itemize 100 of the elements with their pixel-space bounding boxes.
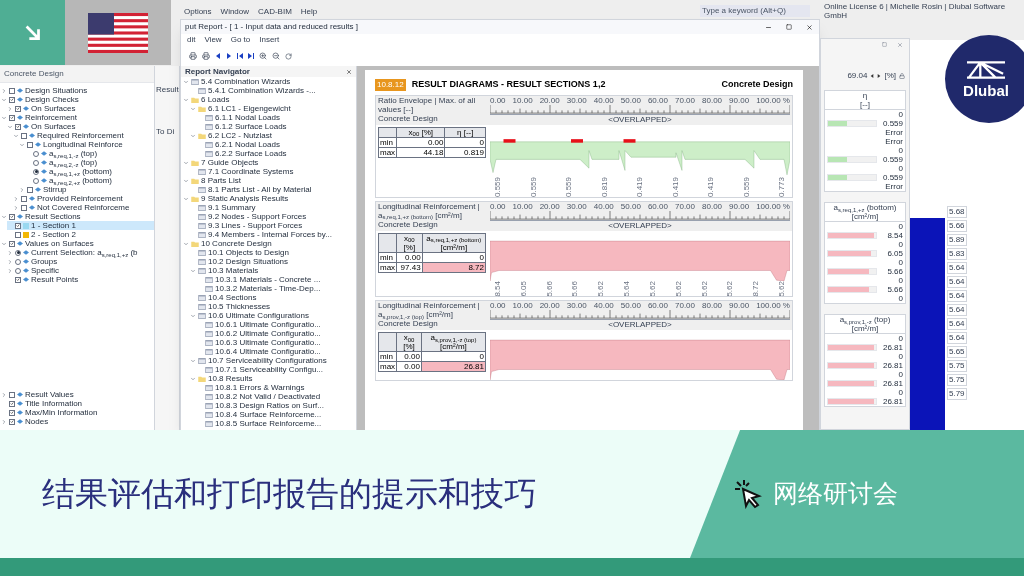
navigator-item[interactable]: 10.8.2 Not Valid / Deactivated bbox=[215, 392, 321, 401]
navigator-item[interactable]: 8.1 Parts List - All by Material bbox=[208, 185, 312, 194]
lock-icon[interactable] bbox=[899, 73, 905, 79]
checkbox[interactable] bbox=[9, 418, 15, 425]
checkbox[interactable] bbox=[15, 276, 21, 283]
expand-icon[interactable] bbox=[183, 78, 189, 85]
expand-icon[interactable] bbox=[190, 375, 196, 382]
navigator-item[interactable]: 10.3.1 Materials - Concrete ... bbox=[215, 275, 321, 284]
last-page-icon[interactable] bbox=[248, 53, 254, 59]
navigator-item[interactable]: 9 Static Analysis Results bbox=[201, 194, 289, 203]
previous-icon[interactable] bbox=[215, 53, 221, 59]
navigator-item[interactable]: 10.8.1 Errors & Warnings bbox=[215, 383, 305, 392]
checkbox[interactable] bbox=[9, 409, 15, 416]
navigator-item[interactable]: 10 Concrete Design bbox=[201, 239, 272, 248]
expand-icon[interactable] bbox=[183, 159, 189, 166]
menu-item[interactable]: Help bbox=[300, 6, 318, 18]
menu-item[interactable]: Insert bbox=[259, 34, 280, 46]
navigator-item[interactable]: 10.6.2 Ultimate Configuratio... bbox=[215, 329, 321, 338]
expand-icon[interactable] bbox=[190, 312, 196, 319]
navigator-item[interactable]: 5.4 Combination Wizards bbox=[201, 77, 291, 86]
navigator-item[interactable]: 7.1 Coordinate Systems bbox=[208, 167, 294, 176]
print-icon[interactable] bbox=[189, 52, 197, 60]
checkbox[interactable] bbox=[21, 195, 27, 202]
first-page-icon[interactable] bbox=[237, 53, 243, 59]
next-icon[interactable] bbox=[877, 74, 882, 78]
checkbox[interactable] bbox=[9, 96, 15, 103]
navigator-item[interactable]: 10.8.4 Surface Reinforceme... bbox=[215, 410, 322, 419]
checkbox[interactable] bbox=[21, 204, 27, 211]
radio-button[interactable] bbox=[33, 177, 39, 184]
navigator-item[interactable]: 9.4 Members - Internal Forces by... bbox=[208, 230, 332, 239]
navigator-item[interactable]: 10.3 Materials bbox=[208, 266, 259, 275]
close-icon[interactable] bbox=[806, 23, 813, 31]
print-icon[interactable] bbox=[202, 52, 210, 60]
navigator-item[interactable]: 10.5 Thicknesses bbox=[208, 302, 271, 311]
navigator-item[interactable]: 10.2 Design Situations bbox=[208, 257, 289, 266]
zoom-value[interactable]: 69.04 bbox=[847, 70, 868, 82]
navigator-item[interactable]: 9.1 Summary bbox=[208, 203, 256, 212]
navigator-item[interactable]: 10.7.1 Serviceability Configu... bbox=[215, 365, 324, 374]
menu-item[interactable]: Window bbox=[220, 6, 250, 18]
navigator-item[interactable]: 10.8.3 Design Ratios on Surf... bbox=[215, 401, 324, 410]
menu-item[interactable]: Options bbox=[184, 6, 212, 18]
checkbox[interactable] bbox=[15, 105, 21, 112]
checkbox[interactable] bbox=[9, 240, 15, 247]
menu-item[interactable]: Go to bbox=[230, 34, 251, 46]
navigator-item[interactable]: 10.7 Serviceability Configurations bbox=[208, 356, 327, 365]
expand-icon[interactable] bbox=[190, 132, 196, 139]
close-icon[interactable] bbox=[346, 68, 352, 75]
zoom-out-icon[interactable] bbox=[272, 52, 280, 60]
expand-icon[interactable] bbox=[183, 96, 189, 103]
navigator-item[interactable]: 10.3.2 Materials - Time-Dep... bbox=[215, 284, 321, 293]
maximize-icon[interactable] bbox=[786, 23, 792, 30]
radio-button[interactable] bbox=[15, 258, 21, 265]
checkbox[interactable] bbox=[21, 132, 27, 139]
navigator-item[interactable]: 10.8.5 Surface Reinforceme... bbox=[215, 419, 322, 428]
expand-icon[interactable] bbox=[183, 177, 189, 184]
navigator-item[interactable]: 10.6 Ultimate Configurations bbox=[208, 311, 309, 320]
zoom-in-icon[interactable] bbox=[259, 52, 267, 60]
checkbox[interactable] bbox=[15, 123, 21, 130]
expand-icon[interactable] bbox=[190, 267, 196, 274]
navigator-item[interactable]: 10.4 Sections bbox=[208, 293, 257, 302]
navigator-item[interactable]: 7 Guide Objects bbox=[201, 158, 259, 167]
radio-button[interactable] bbox=[33, 168, 39, 175]
radio-button[interactable] bbox=[15, 267, 21, 274]
radio-button[interactable] bbox=[15, 249, 21, 256]
checkbox[interactable] bbox=[9, 400, 15, 407]
checkbox[interactable] bbox=[15, 222, 21, 229]
expand-icon[interactable] bbox=[183, 240, 189, 247]
radio-button[interactable] bbox=[33, 150, 39, 157]
navigator-item[interactable]: 10.1 Objects to Design bbox=[208, 248, 289, 257]
checkbox[interactable] bbox=[15, 231, 21, 238]
navigator-item[interactable]: 6.2 LC2 - Nutzlast bbox=[208, 131, 273, 140]
refresh-icon[interactable] bbox=[285, 52, 292, 60]
navigator-item[interactable]: 10.6.1 Ultimate Configuratio... bbox=[215, 320, 321, 329]
tree-row[interactable]: 1 - Section 1 bbox=[7, 221, 154, 230]
navigator-item[interactable]: 10.6.3 Ultimate Configuratio... bbox=[215, 338, 321, 347]
navigator-item[interactable]: 6 Loads bbox=[201, 95, 230, 104]
maximize-icon[interactable] bbox=[882, 42, 887, 47]
navigator-item[interactable]: 6.2.1 Nodal Loads bbox=[215, 140, 280, 149]
menu-item[interactable]: CAD-BIM bbox=[258, 6, 292, 18]
checkbox[interactable] bbox=[27, 141, 33, 148]
navigator-item[interactable]: 9.3 Lines - Support Forces bbox=[208, 221, 303, 230]
checkbox[interactable] bbox=[9, 114, 15, 121]
expand-icon[interactable] bbox=[190, 105, 196, 112]
menu-item[interactable]: View bbox=[204, 34, 222, 46]
previous-icon[interactable] bbox=[870, 74, 875, 78]
navigator-item[interactable]: 9.2 Nodes - Support Forces bbox=[208, 212, 307, 221]
checkbox[interactable] bbox=[27, 186, 33, 193]
search-field[interactable]: Type a keyword (Alt+Q) bbox=[700, 5, 810, 17]
checkbox[interactable] bbox=[9, 391, 15, 398]
expand-icon[interactable] bbox=[190, 357, 196, 364]
menu-item[interactable]: dit bbox=[187, 34, 196, 46]
expand-icon[interactable] bbox=[183, 195, 189, 202]
checkbox[interactable] bbox=[9, 213, 15, 220]
radio-button[interactable] bbox=[33, 159, 39, 166]
navigator-item[interactable]: 6.2.2 Surface Loads bbox=[215, 149, 287, 158]
checkbox[interactable] bbox=[9, 87, 15, 94]
navigator-item[interactable]: 6.1.1 Nodal Loads bbox=[215, 113, 280, 122]
navigator-item[interactable]: 10.8 Results bbox=[208, 374, 253, 383]
tree-row[interactable]: 2 - Section 2 bbox=[7, 230, 154, 239]
navigator-item[interactable]: 6.1 LC1 - Eigengewicht bbox=[208, 104, 291, 113]
